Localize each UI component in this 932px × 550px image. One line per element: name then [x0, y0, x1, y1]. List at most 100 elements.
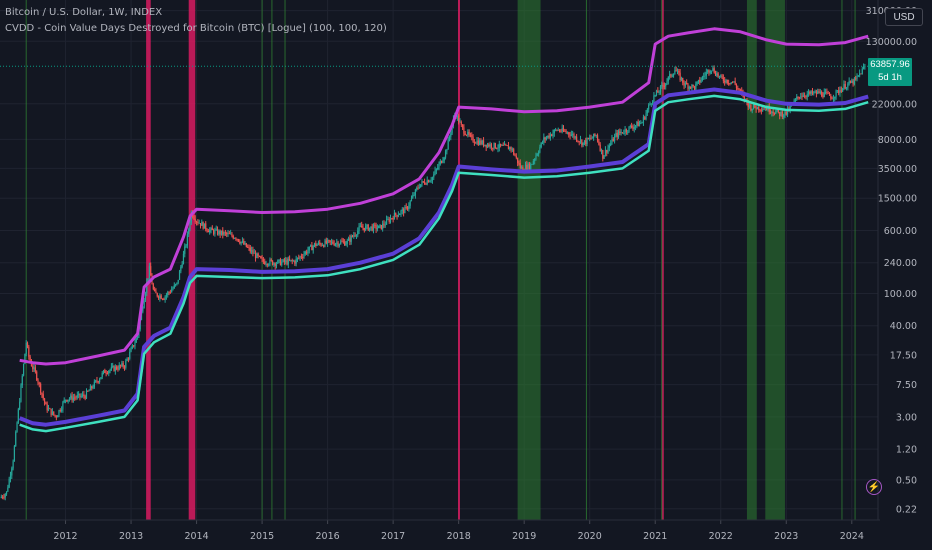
candle-body — [650, 103, 652, 105]
candle-body — [15, 432, 17, 447]
candle-body — [279, 259, 282, 266]
green-zone — [765, 0, 785, 520]
candle-body — [687, 84, 689, 89]
candle-body — [823, 92, 825, 98]
candle-body — [320, 243, 322, 246]
candle-body — [92, 387, 94, 389]
candle-body — [429, 181, 431, 183]
candle-body — [285, 260, 287, 262]
x-tick-label: 2013 — [119, 531, 143, 542]
candle-body — [261, 258, 263, 260]
candle-body — [557, 129, 559, 131]
candle-body — [460, 121, 462, 125]
candle-body — [330, 241, 333, 243]
candle-body — [256, 253, 258, 259]
candle-body — [315, 243, 317, 246]
candle-body — [224, 232, 226, 234]
candle-body — [652, 101, 654, 104]
candle-body — [623, 133, 625, 134]
candle-body — [433, 174, 435, 178]
candle-body — [514, 154, 516, 157]
candle-body — [513, 149, 515, 155]
candle-body — [233, 238, 236, 240]
candle-body — [766, 108, 768, 111]
candle-body — [536, 154, 538, 156]
y-tick-label: 7.50 — [896, 380, 917, 391]
candle-body — [447, 139, 449, 150]
candle-body — [275, 263, 278, 267]
candle-body — [545, 137, 548, 140]
candle-body — [67, 399, 69, 402]
candle-body — [598, 140, 600, 145]
lightning-bolt-icon[interactable]: ⚡ — [866, 479, 882, 495]
chart-canvas[interactable]: 310000.00130000.0022000.008000.003500.00… — [0, 0, 932, 550]
candle-body — [63, 399, 65, 403]
candle-body — [106, 373, 109, 375]
candle-body — [43, 398, 46, 403]
candle-body — [510, 147, 512, 150]
candle-body — [717, 73, 719, 77]
candle-body — [210, 228, 212, 231]
candle-body — [785, 111, 787, 115]
candle-body — [642, 117, 645, 123]
candle-body — [443, 157, 445, 161]
candle-body — [392, 218, 394, 220]
candle-body — [586, 138, 588, 144]
last-price-badge: 63857.96 5d 1h — [868, 58, 912, 87]
x-tick-label: 2014 — [184, 531, 208, 542]
candle-body — [655, 90, 658, 95]
candle-body — [68, 398, 71, 400]
candle-body — [469, 134, 472, 136]
red-zone — [146, 0, 151, 520]
candle-body — [724, 80, 726, 83]
candle-body — [636, 121, 638, 126]
candle-body — [113, 366, 115, 372]
candle-body — [589, 137, 591, 140]
candle-body — [114, 366, 116, 372]
y-tick-label: 100.00 — [884, 289, 917, 300]
candle-body — [628, 126, 630, 132]
x-tick-label: 2015 — [250, 531, 274, 542]
candle-body — [494, 143, 496, 149]
candle-body — [201, 222, 203, 226]
candle-body — [81, 394, 84, 396]
candle-body — [467, 131, 469, 136]
candle-body — [118, 365, 120, 370]
candle-body — [220, 230, 223, 235]
candle-body — [235, 238, 237, 240]
candle-body — [824, 91, 827, 93]
candle-body — [247, 247, 249, 248]
candle-body — [518, 163, 520, 164]
candle-body — [230, 233, 232, 235]
candle-body — [498, 143, 500, 149]
x-axis[interactable]: 2012 2013 2014 2015 2016 2017 2018 2019 2020 2021… — [0, 519, 880, 542]
candle-body — [699, 79, 701, 83]
candle-body — [93, 381, 95, 388]
candle-body — [308, 246, 310, 251]
candle-body — [461, 124, 464, 128]
candle-body — [207, 230, 209, 233]
candle-body — [520, 167, 523, 168]
candle-body — [88, 390, 90, 392]
candle-body — [564, 130, 566, 132]
candle-body — [178, 271, 181, 280]
candle-body — [479, 140, 481, 145]
x-tick-label: 2024 — [840, 531, 864, 542]
candle-body — [662, 85, 664, 86]
bar-countdown: 5d 1h — [878, 72, 902, 84]
candle-body — [682, 77, 684, 83]
candle-body — [171, 289, 173, 293]
candle-body — [25, 342, 27, 354]
candle-body — [304, 251, 306, 255]
candle-body — [737, 87, 739, 89]
candle-body — [189, 222, 191, 230]
candle-body — [855, 78, 857, 80]
y-tick-label: 8000.00 — [878, 135, 917, 146]
candle-body — [4, 494, 6, 498]
candle-body — [619, 131, 621, 133]
currency-button[interactable]: USD — [885, 8, 923, 26]
candle-body — [268, 264, 270, 266]
candle-body — [154, 289, 156, 292]
candle-body — [570, 134, 572, 136]
candle-body — [678, 71, 680, 73]
